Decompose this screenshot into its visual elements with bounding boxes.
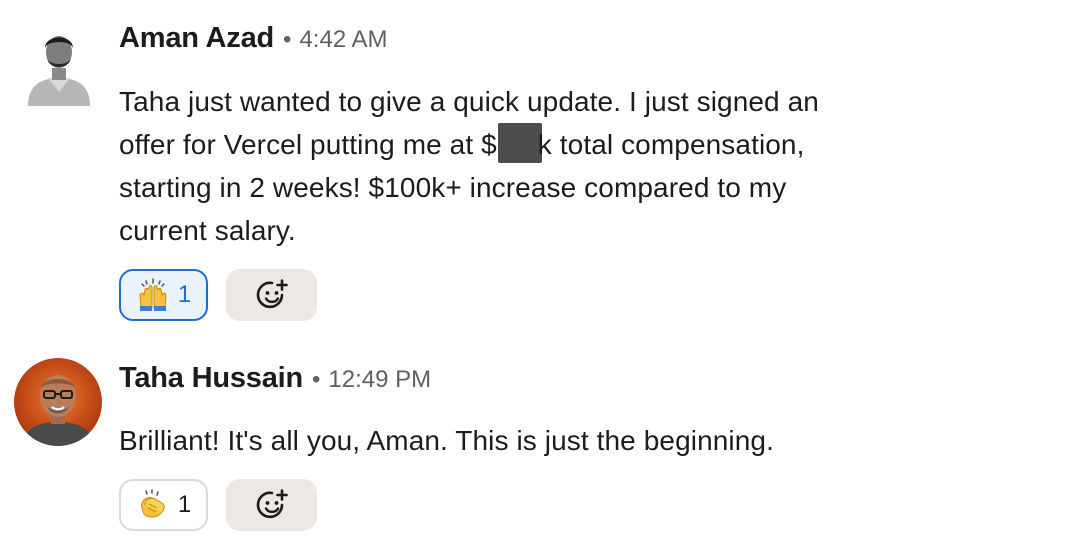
message: Taha Hussain • 12:49 PM Brilliant! It's …: [0, 340, 1072, 552]
message-text: Taha just wanted to give a quick update.…: [119, 80, 919, 252]
add-emoji-icon: [256, 489, 288, 519]
avatar-photo: [28, 36, 90, 106]
avatar-photo: [14, 358, 102, 446]
reactions-bar: 1: [119, 479, 317, 531]
message-line: offer for Vercel putting me at $ k total …: [119, 123, 919, 166]
separator: •: [283, 26, 292, 53]
raised-hands-icon: [139, 278, 167, 311]
avatar[interactable]: [26, 26, 92, 106]
avatar[interactable]: [14, 358, 102, 446]
reaction-count: 1: [177, 281, 192, 308]
redaction-block: [497, 123, 542, 163]
reaction-clapping-hands[interactable]: 1: [119, 479, 208, 531]
message-line: Brilliant! It's all you, Aman. This is j…: [119, 425, 774, 456]
reaction-count: 1: [177, 491, 192, 518]
timestamp[interactable]: 12:49 PM: [328, 366, 431, 394]
author-name[interactable]: Aman Azad: [119, 22, 274, 55]
message-line: current salary.: [119, 215, 296, 246]
message-header: Taha Hussain • 12:49 PM: [119, 362, 431, 395]
add-emoji-icon: [256, 279, 288, 309]
timestamp[interactable]: 4:42 AM: [299, 26, 387, 54]
reactions-bar: 1: [119, 269, 317, 321]
text-fragment: k total compensation,: [537, 129, 805, 160]
author-name[interactable]: Taha Hussain: [119, 362, 303, 395]
text-fragment: offer for Vercel putting me at $: [119, 129, 497, 160]
clapping-hands-icon: [140, 489, 165, 518]
message-line: Taha just wanted to give a quick update.…: [119, 86, 819, 117]
add-reaction-button[interactable]: [226, 269, 317, 321]
message-text: Brilliant! It's all you, Aman. This is j…: [119, 419, 919, 462]
separator: •: [312, 366, 321, 393]
message-header: Aman Azad • 4:42 AM: [119, 22, 388, 55]
reaction-raised-hands[interactable]: 1: [119, 269, 208, 321]
add-reaction-button[interactable]: [226, 479, 317, 531]
message: Aman Azad • 4:42 AM Taha just wanted to …: [0, 0, 1072, 340]
message-line: starting in 2 weeks! $100k+ increase com…: [119, 172, 787, 203]
message-thread: Aman Azad • 4:42 AM Taha just wanted to …: [0, 0, 1072, 552]
